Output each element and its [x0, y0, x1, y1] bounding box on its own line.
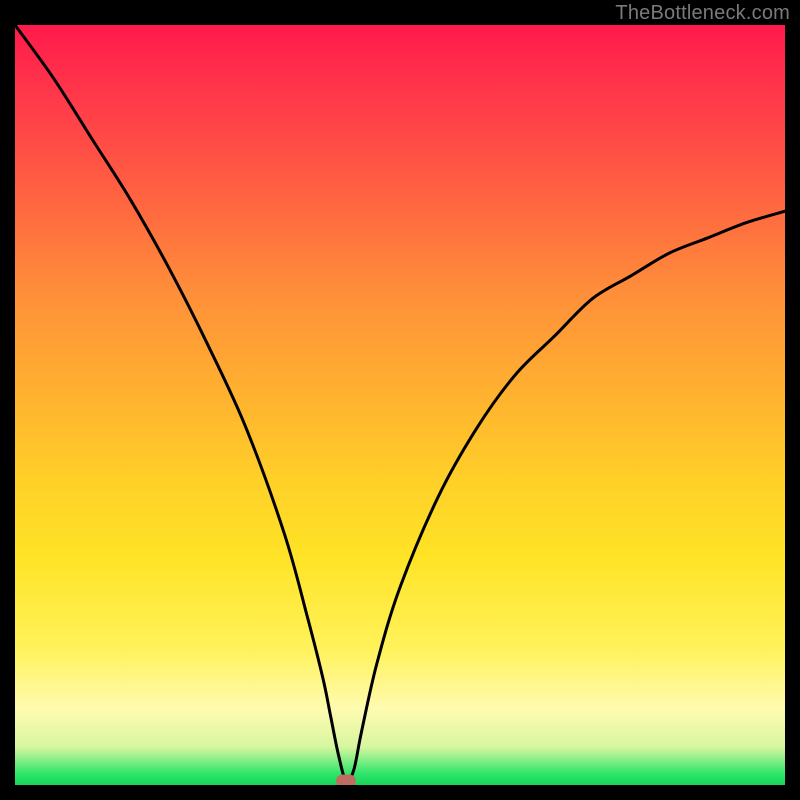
watermark-text: TheBottleneck.com	[615, 2, 790, 25]
chart-frame: TheBottleneck.com	[0, 0, 800, 800]
bottleneck-curve	[15, 25, 785, 785]
minimum-marker	[336, 775, 356, 785]
plot-area	[15, 25, 785, 785]
